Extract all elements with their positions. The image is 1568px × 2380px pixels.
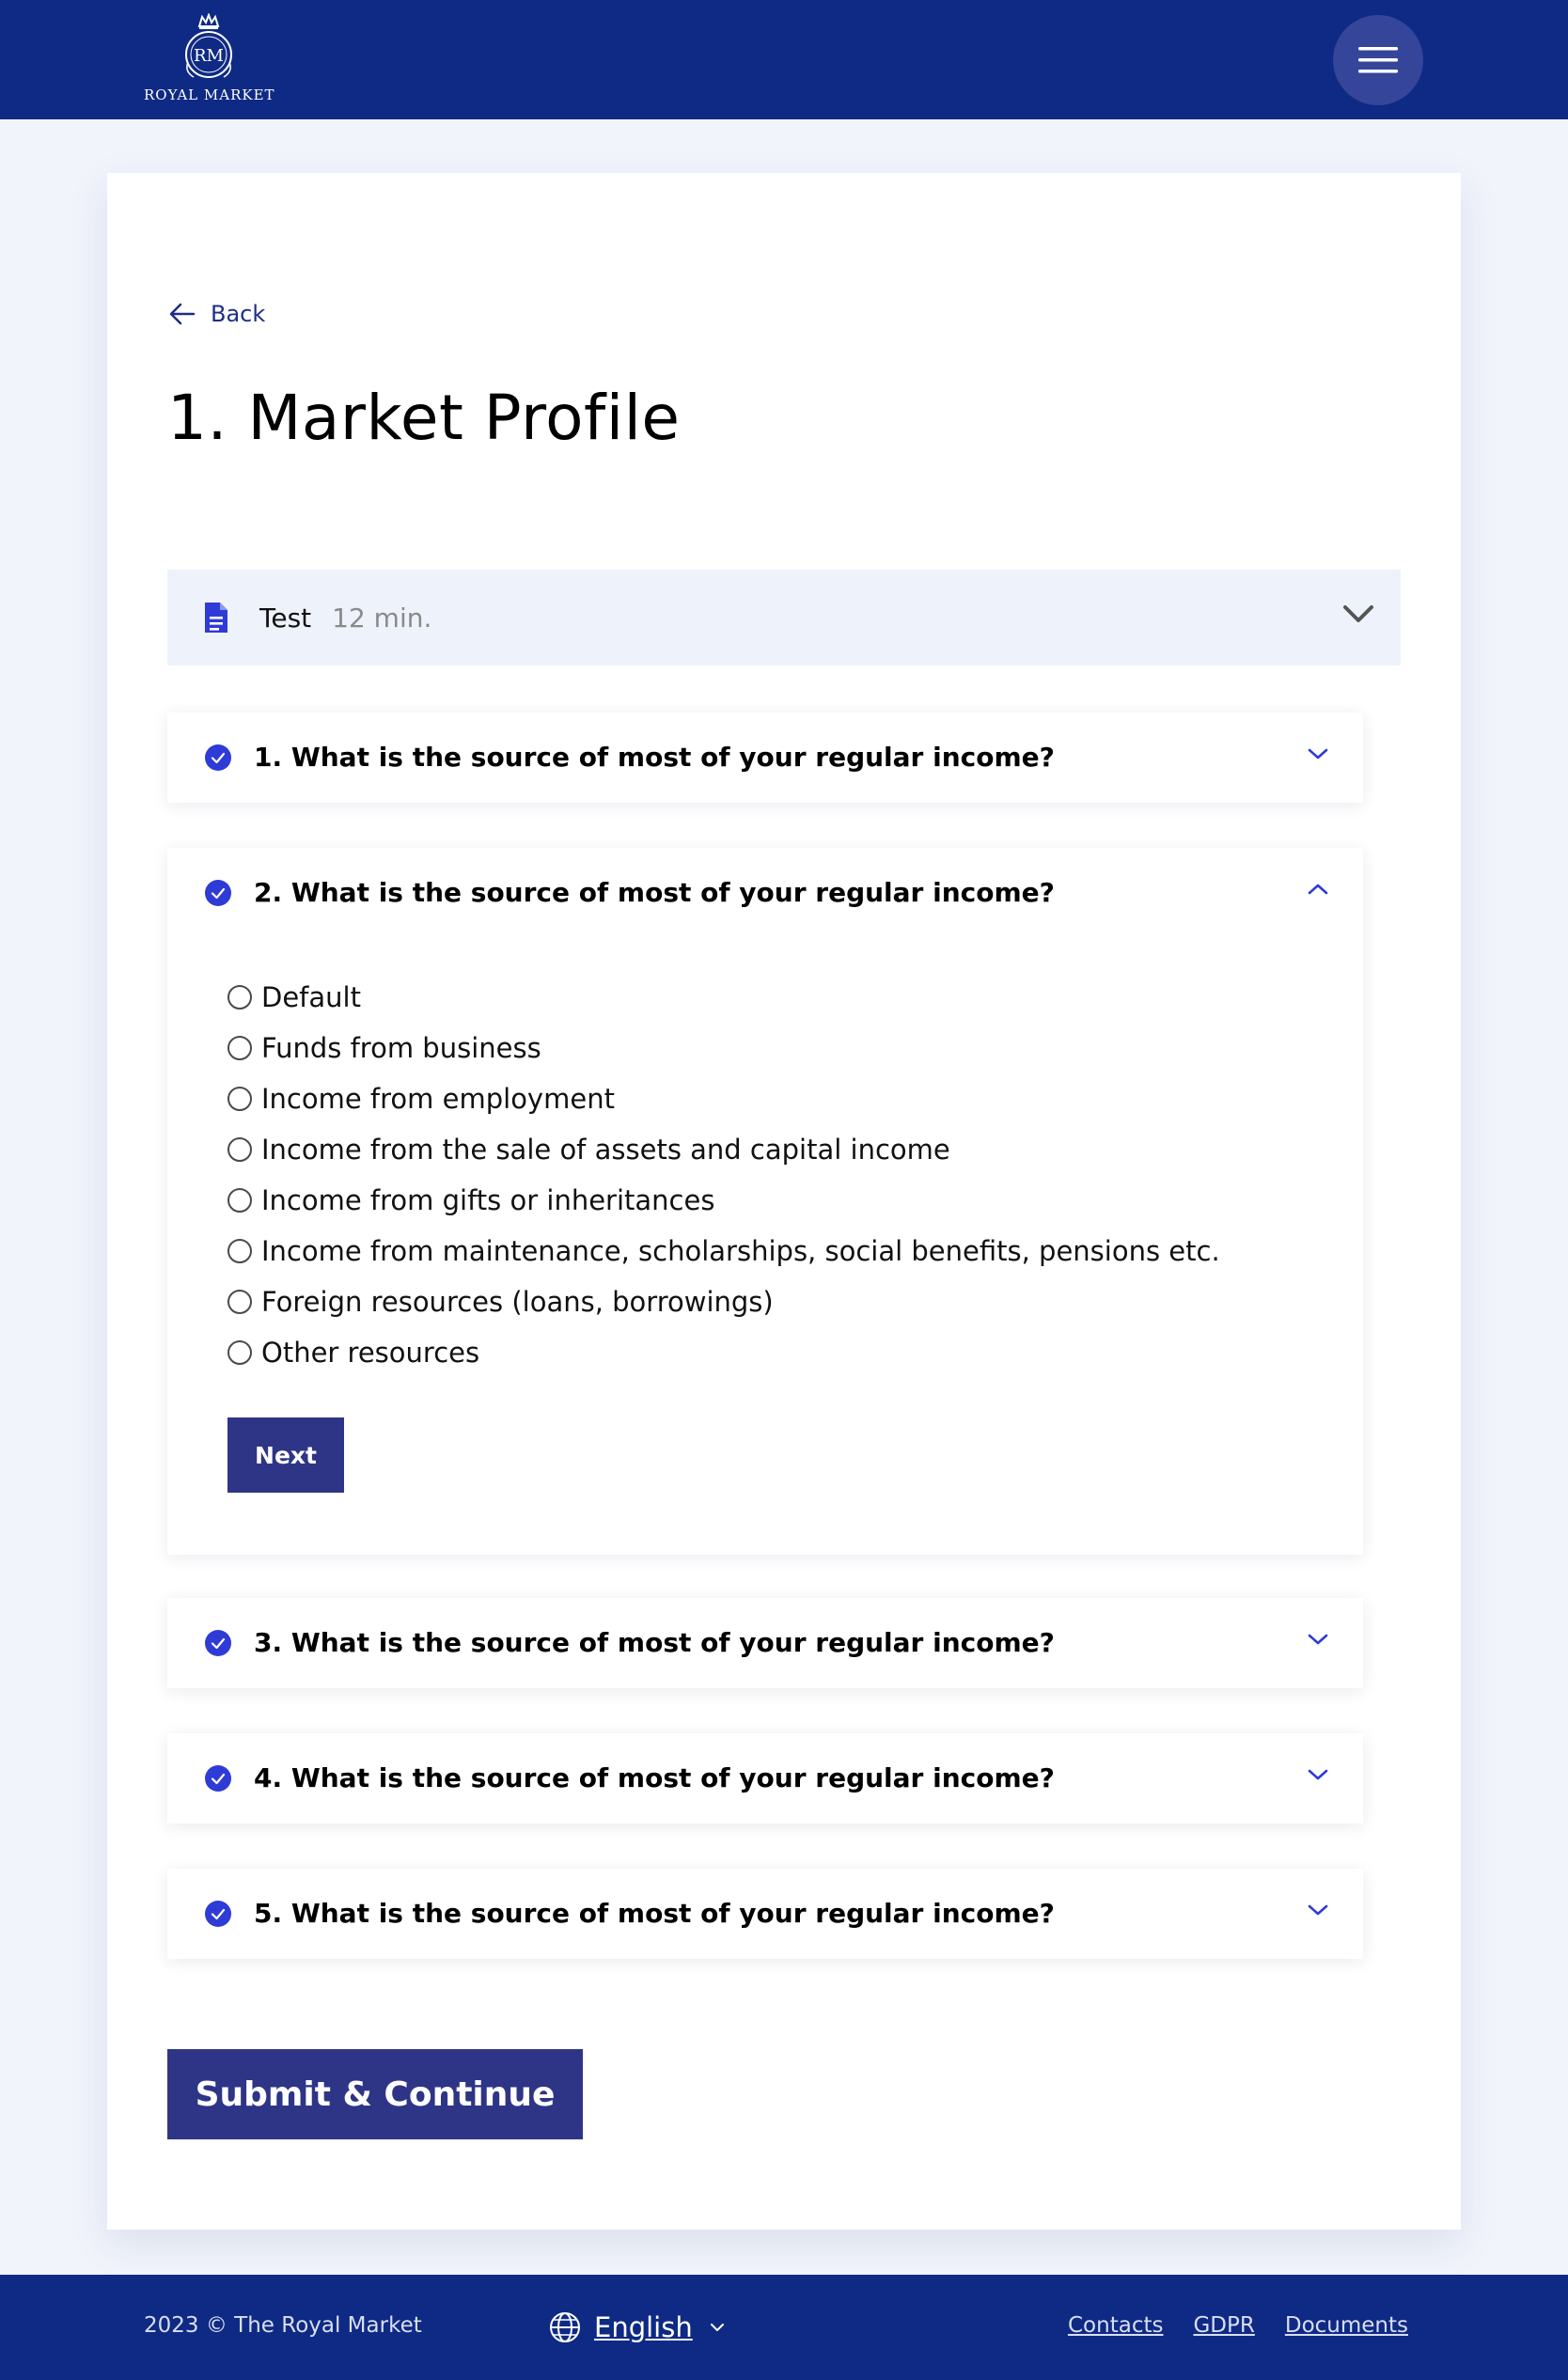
test-name: Test (259, 602, 312, 634)
question-title: 5. What is the source of most of your re… (254, 1898, 1055, 1929)
chevron-down-icon (710, 2324, 724, 2331)
question-header[interactable]: 2. What is the source of most of your re… (167, 848, 1363, 938)
chevron-down-icon (1343, 605, 1373, 622)
submit-continue-button[interactable]: Submit & Continue (167, 2049, 583, 2139)
question-item: 3. What is the source of most of your re… (167, 1598, 1363, 1688)
page-title: 1. Market Profile (167, 382, 681, 454)
check-circle-icon (205, 1630, 231, 1656)
logo-text: ROYAL MARKET (144, 86, 275, 103)
chevron-down-icon (1308, 1769, 1328, 1780)
question-header[interactable]: 1. What is the source of most of your re… (167, 712, 1363, 803)
answer-option[interactable]: Income from gifts or inheritances (227, 1175, 1220, 1226)
radio-button[interactable] (227, 1036, 252, 1060)
option-label: Other resources (261, 1337, 480, 1369)
site-footer: 2023 © The Royal Market English Contacts… (0, 2275, 1568, 2380)
footer-link-documents[interactable]: Documents (1285, 2313, 1408, 2338)
arrow-left-icon (169, 303, 196, 325)
question-item: 4. What is the source of most of your re… (167, 1733, 1363, 1824)
radio-button[interactable] (227, 1239, 252, 1263)
question-item: 1. What is the source of most of your re… (167, 712, 1363, 803)
chevron-down-icon (1308, 748, 1328, 759)
globe-icon (550, 2312, 580, 2342)
answer-option[interactable]: Income from employment (227, 1073, 1220, 1124)
menu-button[interactable] (1333, 15, 1423, 105)
question-item: 5. What is the source of most of your re… (167, 1869, 1363, 1959)
answer-option[interactable]: Income from the sale of assets and capit… (227, 1124, 1220, 1175)
footer-links: Contacts GDPR Documents (1038, 2313, 1408, 2338)
radio-button[interactable] (227, 1188, 252, 1213)
option-label: Funds from business (261, 1032, 541, 1064)
footer-link-contacts[interactable]: Contacts (1068, 2313, 1163, 2338)
question-title: 2. What is the source of most of your re… (254, 877, 1055, 908)
hamburger-icon (1358, 47, 1398, 73)
answer-option[interactable]: Income from maintenance, scholarships, s… (227, 1226, 1220, 1276)
test-summary-bar[interactable]: Test 12 min. (167, 570, 1401, 665)
radio-button[interactable] (227, 985, 252, 1010)
language-selector[interactable]: English (549, 2305, 725, 2350)
option-label: Income from employment (261, 1083, 615, 1115)
royal-market-logo[interactable]: RM ROYAL MARKET (144, 13, 274, 107)
radio-button[interactable] (227, 1290, 252, 1314)
radio-button[interactable] (227, 1137, 252, 1162)
check-circle-icon (205, 1901, 231, 1927)
radio-button[interactable] (227, 1340, 252, 1365)
footer-link-gdpr[interactable]: GDPR (1193, 2313, 1254, 2338)
answer-option[interactable]: Other resources (227, 1327, 1220, 1378)
answer-option[interactable]: Foreign resources (loans, borrowings) (227, 1276, 1220, 1327)
chevron-down-icon (1308, 1634, 1328, 1645)
question-title: 4. What is the source of most of your re… (254, 1762, 1055, 1793)
content-card: Back 1. Market Profile Test 12 min. 1. W… (107, 173, 1461, 2230)
back-label: Back (211, 301, 266, 327)
test-duration: 12 min. (332, 602, 432, 634)
question-header[interactable]: 4. What is the source of most of your re… (167, 1733, 1363, 1824)
language-label: English (594, 2311, 693, 2343)
check-circle-icon (205, 880, 231, 906)
back-link[interactable]: Back (167, 297, 265, 331)
chevron-up-icon (1308, 884, 1328, 895)
answer-option[interactable]: Default (227, 972, 1220, 1023)
chevron-down-icon (1308, 1904, 1328, 1916)
document-icon (205, 603, 227, 633)
copyright-text: 2023 © The Royal Market (144, 2313, 422, 2338)
option-label: Foreign resources (loans, borrowings) (261, 1286, 774, 1318)
check-circle-icon (205, 744, 231, 771)
crest-icon: RM (185, 13, 232, 78)
option-label: Default (261, 981, 361, 1013)
question-header[interactable]: 5. What is the source of most of your re… (167, 1869, 1363, 1959)
option-label: Income from maintenance, scholarships, s… (261, 1235, 1220, 1267)
question-title: 1. What is the source of most of your re… (254, 742, 1055, 773)
next-button[interactable]: Next (227, 1417, 344, 1493)
radio-button[interactable] (227, 1087, 252, 1111)
question-title: 3. What is the source of most of your re… (254, 1627, 1055, 1658)
answer-option[interactable]: Funds from business (227, 1023, 1220, 1073)
check-circle-icon (205, 1765, 231, 1792)
question-header[interactable]: 3. What is the source of most of your re… (167, 1598, 1363, 1688)
option-label: Income from the sale of assets and capit… (261, 1134, 950, 1166)
option-label: Income from gifts or inheritances (261, 1184, 715, 1216)
answer-options: Default Funds from business Income from … (227, 972, 1220, 1378)
logo-monogram: RM (194, 46, 224, 66)
question-item-expanded: 2. What is the source of most of your re… (167, 848, 1363, 1555)
site-header: RM ROYAL MARKET (0, 0, 1568, 119)
